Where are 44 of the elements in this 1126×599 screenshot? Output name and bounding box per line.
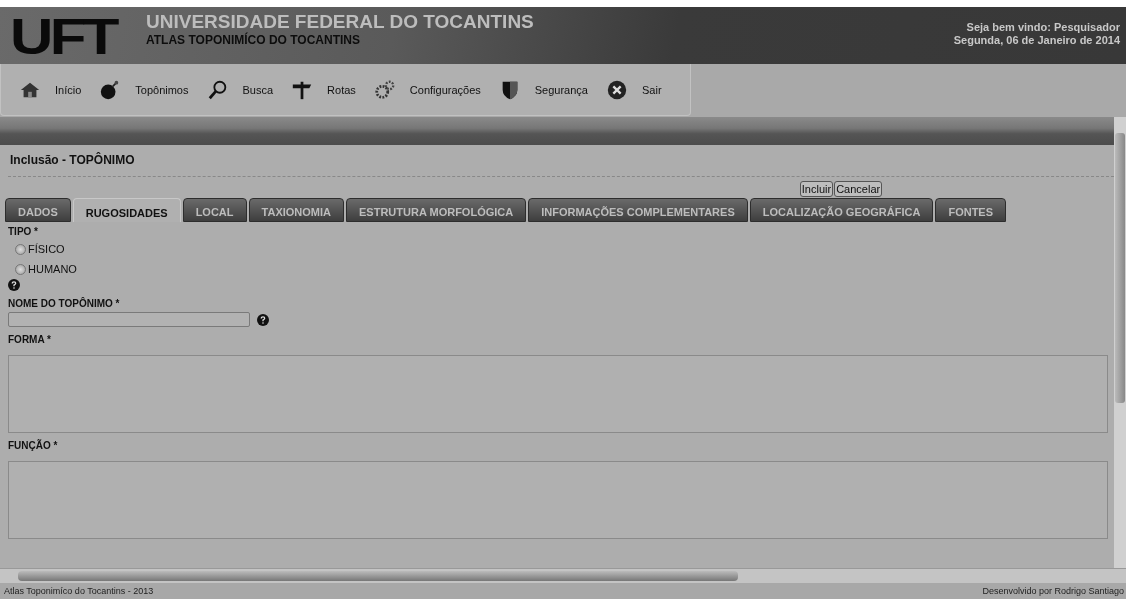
scroll-thumb[interactable] [18, 571, 738, 581]
menu-item[interactable]: Sair [606, 78, 662, 101]
footer-text: Atlas Toponimíco do Tocantins - 2013 [4, 586, 154, 596]
tab[interactable]: ESTRUTURA MORFOLÓGICA [346, 198, 527, 222]
input-field[interactable] [8, 312, 250, 327]
radio-label: HUMANO [28, 263, 77, 275]
tab[interactable]: TAXIONOMIA [248, 198, 344, 222]
tab[interactable]: INFORMAÇÕES COMPLEMENTARES [528, 198, 748, 222]
menu-item[interactable]: Configurações [373, 78, 481, 101]
action-button[interactable]: Incluir [799, 181, 834, 197]
field-label: FUNÇÃO * [8, 439, 58, 453]
action-button[interactable]: Cancelar [834, 181, 883, 197]
close-icon [606, 78, 628, 101]
menu-item[interactable]: Topônimos [99, 78, 189, 101]
field-label: FORMA * [8, 333, 51, 347]
footer-credit: Desenvolvido por Rodrigo Santiago [982, 586, 1124, 596]
text-area[interactable] [8, 355, 1108, 433]
site-subtitle: ATLAS TOPONIMÍCO DO TOCANTINS [146, 33, 361, 48]
field-label: TIPO * [8, 225, 38, 239]
vertical-scrollbar[interactable] [1114, 117, 1126, 568]
menu-item[interactable]: Busca [206, 78, 274, 101]
menu-item[interactable]: Segurança [498, 78, 588, 101]
radio-button[interactable] [15, 243, 26, 255]
menu-item[interactable]: Rotas [291, 78, 356, 101]
date-text: Segunda, 06 de Janeiro de 2014 [953, 34, 1120, 47]
page-title: Inclusão - TOPÔNIMO [8, 145, 1114, 177]
tab[interactable]: FONTES [935, 198, 1007, 222]
welcome-text: Seja bem vindo: Pesquisador [966, 21, 1120, 34]
gears-icon [373, 78, 396, 101]
help-icon[interactable] [257, 313, 269, 326]
tab[interactable]: LOCAL [182, 198, 247, 222]
tab[interactable]: DADOS [5, 198, 71, 222]
radio-label: FÍSICO [28, 243, 65, 255]
text-area[interactable] [8, 461, 1108, 539]
field-label: NOME DO TOPÔNIMO * [8, 297, 120, 311]
menu-item[interactable]: Início [19, 78, 82, 101]
tab[interactable]: LOCALIZAÇÃO GEOGRÁFICA [749, 198, 934, 222]
help-icon[interactable] [8, 279, 20, 291]
radio-button[interactable] [15, 263, 26, 275]
tab[interactable]: RUGOSIDADES [72, 198, 181, 222]
search-icon [206, 78, 229, 101]
horizontal-scrollbar[interactable] [0, 568, 1126, 583]
scroll-thumb[interactable] [1115, 133, 1125, 403]
site-title: UNIVERSIDADE FEDERAL DO TOCANTINS [146, 11, 534, 32]
